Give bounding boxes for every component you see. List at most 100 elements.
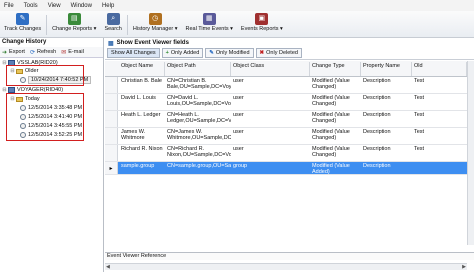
- table-row[interactable]: Christian B. Bale CN=Christian B. Bale,OU…: [105, 77, 474, 94]
- cell-name: Heath L. Ledger: [121, 112, 161, 118]
- filter-show-all-changes[interactable]: Show All Changes: [107, 48, 160, 58]
- cell-old: Test: [414, 78, 425, 84]
- scroll-right-icon[interactable]: ▶: [462, 264, 466, 270]
- ribbon-label: Track Changes: [4, 26, 42, 32]
- cell-old: Test: [414, 95, 425, 101]
- change-reports-button[interactable]: ▤ Change Reports ▾: [50, 13, 98, 32]
- cell-property: Description: [363, 146, 391, 152]
- cell-name: Richard R. Nixon: [121, 146, 163, 152]
- scroll-left-icon[interactable]: ◀: [106, 264, 110, 270]
- cell-name: Christian B. Bale: [121, 78, 162, 84]
- edit-icon: ✎: [209, 50, 214, 56]
- change-history-title: Change History: [2, 39, 47, 45]
- refresh-button[interactable]: ⟳ Refresh: [30, 49, 56, 56]
- menu-tools[interactable]: Tools: [24, 3, 38, 9]
- search-icon: ⌕: [106, 13, 120, 25]
- cell-old: Test: [414, 129, 425, 135]
- table-row[interactable]: David L. Louis CN=David L. Louis,OU=Sampl…: [105, 94, 474, 111]
- cell-old: Test: [414, 146, 425, 152]
- row-selector[interactable]: [105, 145, 118, 161]
- row-selector[interactable]: [105, 94, 118, 110]
- cell-property: Description: [363, 163, 391, 169]
- search-button[interactable]: ⌕ Search: [102, 13, 123, 32]
- ribbon-label: Events Reports ▾: [240, 26, 283, 32]
- export-button[interactable]: ➜ Export: [2, 49, 25, 56]
- filter-only-added[interactable]: + Only Added: [161, 48, 204, 58]
- highlight-box: [6, 93, 84, 141]
- cell-class: user: [233, 95, 244, 101]
- column-header[interactable]: Object Path: [165, 62, 231, 76]
- events-reports-button[interactable]: ▣ Events Reports ▾: [239, 13, 285, 32]
- menu-file[interactable]: File: [4, 3, 14, 9]
- table-row[interactable]: Heath L. Ledger CN=Heath L. Ledger,OU=Sam…: [105, 111, 474, 128]
- change-reports-icon: ▤: [67, 13, 81, 25]
- event-viewer-reference-title: Event Viewer Reference: [105, 252, 474, 260]
- cell-class: user: [233, 129, 244, 135]
- cell-change: Modified (Value Changed): [312, 78, 350, 90]
- column-header[interactable]: Old: [412, 62, 467, 76]
- row-selector[interactable]: [105, 77, 118, 93]
- filter-label: Only Added: [170, 50, 200, 56]
- cell-change: Modified (Value Added): [312, 163, 350, 175]
- changes-grid: Object Name Object Path Object Class Change…: [105, 61, 474, 245]
- menu-help[interactable]: Help: [102, 3, 114, 9]
- cell-old: [412, 162, 467, 175]
- cell-change: Modified (Value Changed): [312, 129, 350, 141]
- cell-path: CN=Richard R. Nixon,OU=Sample,DC=Voyager…: [167, 146, 231, 158]
- row-selector[interactable]: ▸: [105, 162, 118, 174]
- menu-window[interactable]: Window: [71, 3, 92, 9]
- history-manager-button[interactable]: ◷ History Manager ▾: [131, 13, 180, 32]
- cell-path: CN=James W. Whitmore,OU=Sample,DC=Voyage…: [167, 129, 231, 141]
- cell-path: CN=David L. Louis,OU=Sample,DC=Voyager,D…: [167, 95, 231, 107]
- cell-name: James W. Whitmore: [121, 129, 146, 141]
- row-selector[interactable]: [105, 111, 118, 127]
- column-header[interactable]: Object Name: [119, 62, 165, 76]
- table-row[interactable]: ▸sample.group CN=sample.group,OU=Sample,D…: [105, 162, 474, 175]
- event-viewer-icon: ▦: [108, 40, 114, 47]
- cell-path: CN=sample.group,OU=Sample,DC=Voyager,DC=…: [167, 163, 231, 169]
- ribbon-toolbar: ✎ Track Changes ▤ Change Reports ▾ ⌕ Search ◷ H…: [0, 11, 474, 38]
- event-viewer-header: ▦ Show Event Viewer fields: [105, 38, 474, 47]
- cell-property: Description: [363, 78, 391, 84]
- events-reports-icon: ▣: [255, 13, 269, 25]
- filter-only-deleted[interactable]: ✖ Only Deleted: [255, 48, 302, 58]
- cell-old: Test: [414, 112, 425, 118]
- cell-property: Description: [363, 129, 391, 135]
- email-icon: ✉: [61, 49, 67, 56]
- export-icon: ➜: [2, 49, 8, 56]
- event-viewer-panel: ▦ Show Event Viewer fields Show All Chang…: [105, 38, 474, 272]
- menu-view[interactable]: View: [48, 3, 61, 9]
- change-history-toolbar: ➜ Export ⟳ Refresh ✉ E-mail: [0, 47, 103, 58]
- cell-property: Description: [363, 95, 391, 101]
- cell-class: user: [233, 78, 244, 84]
- cell-path: CN=Heath L. Ledger,OU=Sample,DC=Voyager,…: [167, 112, 231, 124]
- track-changes-icon: ✎: [16, 13, 30, 25]
- horizontal-scrollbar[interactable]: ◀ ▶: [105, 263, 467, 270]
- column-header[interactable]: Property Name: [361, 62, 412, 76]
- cell-class: user: [233, 146, 244, 152]
- ribbon-separator: [126, 15, 128, 35]
- filter-label: Show All Changes: [111, 50, 156, 56]
- ribbon-separator: [46, 15, 48, 35]
- row-selector[interactable]: [105, 128, 118, 144]
- cell-change: Modified (Value Changed): [312, 95, 350, 107]
- event-viewer-title: Show Event Viewer fields: [116, 40, 189, 46]
- vertical-scrollbar[interactable]: [467, 61, 474, 245]
- real-time-events-icon: ▦: [202, 13, 216, 25]
- filter-only-modified[interactable]: ✎ Only Modified: [205, 48, 254, 58]
- real-time-events-button[interactable]: ▦ Real Time Events ▾: [184, 13, 235, 32]
- delete-icon: ✖: [259, 50, 265, 56]
- highlight-box: [6, 65, 84, 86]
- column-header[interactable]: Change Type: [310, 62, 361, 76]
- cell-path: CN=Christian B. Bale,OU=Sample,DC=Voyage…: [167, 78, 231, 90]
- cell-class: user: [233, 112, 244, 118]
- cell-name: sample.group: [121, 163, 155, 169]
- table-row[interactable]: Richard R. Nixon CN=Richard R. Nixon,OU=S…: [105, 145, 474, 162]
- column-header[interactable]: Object Class: [231, 62, 310, 76]
- ribbon-label: Change Reports ▾: [52, 26, 97, 32]
- cell-change: Modified (Value Changed): [312, 146, 350, 158]
- email-button[interactable]: ✉ E-mail: [61, 49, 84, 56]
- ribbon-label: Real Time Events ▾: [185, 26, 233, 32]
- table-row[interactable]: James W. Whitmore CN=James W. Whitmore,OU…: [105, 128, 474, 145]
- track-changes-button[interactable]: ✎ Track Changes: [2, 13, 43, 32]
